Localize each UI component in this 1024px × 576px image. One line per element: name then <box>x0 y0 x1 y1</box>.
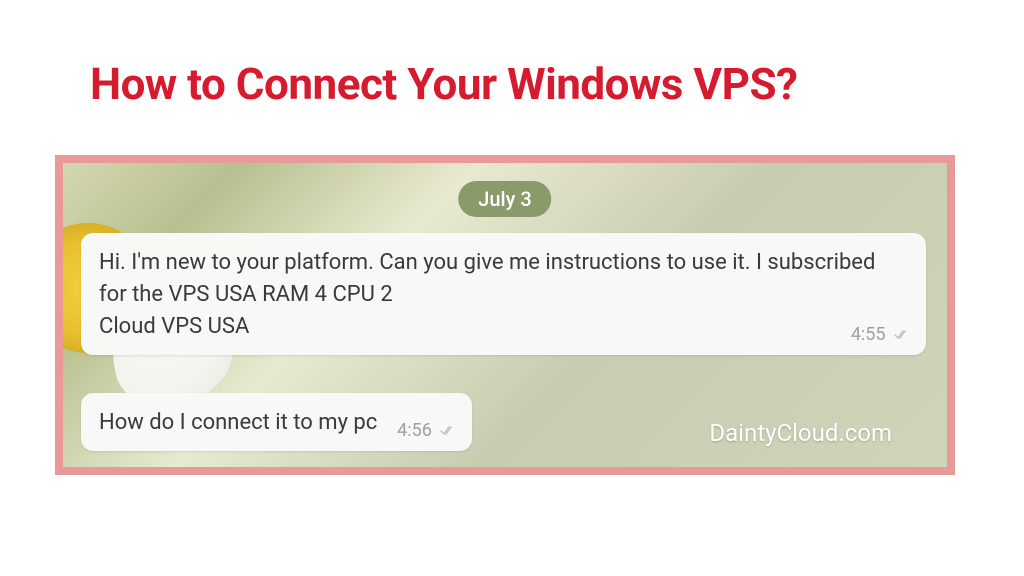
message-text: Hi. I'm new to your platform. Can you gi… <box>99 247 908 343</box>
watermark-text: DaintyCloud.com <box>709 419 892 447</box>
message-timestamp: 4:55 <box>851 324 910 345</box>
read-status-icon <box>894 325 910 337</box>
chat-screenshot-frame: July 3 Hi. I'm new to your platform. Can… <box>55 155 955 475</box>
date-badge: July 3 <box>458 181 551 217</box>
message-timestamp: 4:56 <box>397 420 456 441</box>
chat-message: How do I connect it to my pc 4:56 <box>81 393 472 451</box>
page-title: How to Connect Your Windows VPS? <box>90 58 797 110</box>
message-text: How do I connect it to my pc <box>99 407 377 439</box>
read-status-icon <box>440 421 456 433</box>
chat-message: Hi. I'm new to your platform. Can you gi… <box>81 233 926 355</box>
